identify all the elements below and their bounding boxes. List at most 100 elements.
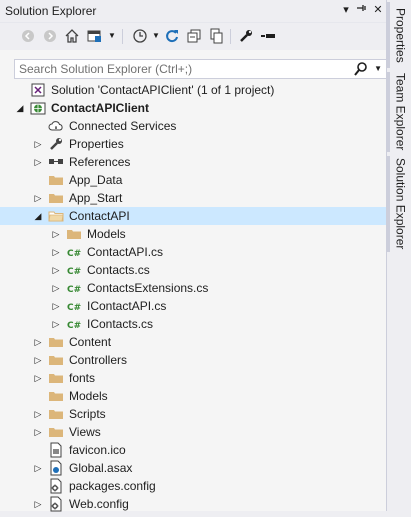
preview-selected-items-button[interactable]: [258, 27, 278, 45]
tree-item-label: App_Data: [69, 173, 123, 187]
expand-arrow-icon[interactable]: ▷: [32, 153, 44, 171]
svg-text:C#: C#: [67, 321, 81, 331]
solution-tree: Solution 'ContactAPIClient' (1 of 1 proj…: [0, 81, 386, 513]
expand-arrow-icon[interactable]: ▷: [32, 459, 44, 477]
pending-changes-filter-button[interactable]: [130, 27, 150, 45]
search-options-dropdown-icon[interactable]: ▼: [374, 61, 382, 77]
show-all-files-button[interactable]: [206, 27, 226, 45]
tab-team-explorer-label: Team Explorer: [393, 73, 408, 151]
home-button[interactable]: [62, 27, 82, 45]
panel-title: Solution Explorer: [5, 4, 97, 18]
tree-item-contactapi-cs[interactable]: ▷ C# ContactAPI.cs: [0, 243, 386, 261]
tree-item-app-data[interactable]: App_Data: [0, 171, 386, 189]
auto-hide-pin-icon[interactable]: [355, 2, 369, 18]
svg-text:C#: C#: [67, 285, 81, 295]
tree-item-label: Solution 'ContactAPIClient' (1 of 1 proj…: [51, 83, 275, 97]
csharp-file-icon: C#: [66, 316, 82, 332]
tree-item-label: Models: [87, 227, 126, 241]
tree-item-app-start[interactable]: ▷ App_Start: [0, 189, 386, 207]
tree-item-models[interactable]: Models: [0, 387, 386, 405]
expand-arrow-icon[interactable]: ▷: [50, 225, 62, 243]
expand-arrow-icon[interactable]: ▷: [32, 423, 44, 441]
expand-arrow-icon[interactable]: ▷: [32, 369, 44, 387]
tree-item-scripts[interactable]: ▷ Scripts: [0, 405, 386, 423]
collapse-arrow-icon[interactable]: ◢: [14, 99, 26, 117]
tree-item-web-config[interactable]: ▷ Web.config: [0, 495, 386, 513]
expand-arrow-icon[interactable]: ▷: [32, 405, 44, 423]
back-button[interactable]: [18, 27, 38, 45]
global-asax-icon: [48, 460, 64, 476]
tree-item-label: Models: [69, 389, 108, 403]
image-file-icon: [48, 442, 64, 458]
side-tab-strip: Properties Team Explorer Solution Explor…: [387, 0, 411, 511]
wrench-icon: [48, 136, 64, 152]
expand-arrow-icon[interactable]: ▷: [50, 315, 62, 333]
tree-item-connected-services[interactable]: Connected Services: [0, 117, 386, 135]
folder-icon: [48, 334, 64, 350]
tab-team-explorer[interactable]: Team Explorer: [387, 72, 411, 152]
expand-arrow-icon[interactable]: ▷: [50, 297, 62, 315]
tree-item-favicon-ico[interactable]: favicon.ico: [0, 441, 386, 459]
tree-item-properties[interactable]: ▷ Properties: [0, 135, 386, 153]
tree-item-icontactapi-cs[interactable]: ▷ C# IContactAPI.cs: [0, 297, 386, 315]
folder-icon: [48, 370, 64, 386]
tree-item-content[interactable]: ▷ Content: [0, 333, 386, 351]
collapse-all-button[interactable]: [184, 27, 204, 45]
folder-icon: [48, 388, 64, 404]
tree-item-label: ContactsExtensions.cs: [87, 281, 209, 295]
tree-item-models[interactable]: ▷ Models: [0, 225, 386, 243]
tree-item-packages-config[interactable]: packages.config: [0, 477, 386, 495]
tree-item-global-asax[interactable]: ▷ Global.asax: [0, 459, 386, 477]
tab-properties[interactable]: Properties: [387, 2, 411, 68]
search-input[interactable]: [15, 60, 339, 78]
tree-item-contactapiclient[interactable]: ◢ ContactAPIClient: [0, 99, 386, 117]
tree-item-references[interactable]: ▷ References: [0, 153, 386, 171]
expand-arrow-icon[interactable]: ▷: [50, 279, 62, 297]
csharp-file-icon: C#: [66, 244, 82, 260]
sync-with-active-document-button[interactable]: [162, 27, 182, 45]
search-icon[interactable]: [354, 61, 368, 77]
collapse-arrow-icon[interactable]: ◢: [32, 207, 44, 225]
tree-item-contactsextensions-cs[interactable]: ▷ C# ContactsExtensions.cs: [0, 279, 386, 297]
tree-item-solution-contactapiclient-1-of-1-project[interactable]: Solution 'ContactAPIClient' (1 of 1 proj…: [0, 81, 386, 99]
config-file-icon: [48, 478, 64, 494]
tree-item-label: favicon.ico: [69, 443, 126, 457]
csharp-file-icon: C#: [66, 280, 82, 296]
folder-icon: [66, 226, 82, 242]
tree-item-label: Scripts: [69, 407, 106, 421]
switch-views-dropdown-icon[interactable]: ▼: [108, 27, 116, 45]
toolbar-separator: [230, 29, 231, 44]
expand-arrow-icon[interactable]: ▷: [32, 333, 44, 351]
tree-item-label: IContacts.cs: [87, 317, 154, 331]
tree-item-label: fonts: [69, 371, 96, 385]
toolbar-separator: [122, 29, 123, 44]
search-box: ▼: [14, 59, 387, 79]
tab-solution-explorer[interactable]: Solution Explorer: [387, 156, 411, 252]
tree-item-label: References: [69, 155, 131, 169]
switch-views-button[interactable]: [84, 27, 104, 45]
expand-arrow-icon[interactable]: ▷: [32, 495, 44, 513]
tree-item-icontacts-cs[interactable]: ▷ C# IContacts.cs: [0, 315, 386, 333]
forward-button[interactable]: [40, 27, 60, 45]
filter-dropdown-icon[interactable]: ▼: [152, 27, 160, 45]
csharp-file-icon: C#: [66, 298, 82, 314]
expand-arrow-icon[interactable]: ▷: [50, 243, 62, 261]
expand-arrow-icon[interactable]: ▷: [32, 135, 44, 153]
expand-arrow-icon[interactable]: ▷: [32, 351, 44, 369]
tree-item-label: Controllers: [69, 353, 128, 367]
expand-arrow-icon[interactable]: ▷: [50, 261, 62, 279]
window-position-icon[interactable]: ▾: [339, 2, 353, 18]
tree-item-contactapi[interactable]: ◢ ContactAPI: [0, 207, 386, 225]
properties-wrench-button[interactable]: [236, 27, 256, 45]
tree-item-label: packages.config: [69, 479, 156, 493]
tree-item-contacts-cs[interactable]: ▷ C# Contacts.cs: [0, 261, 386, 279]
tree-item-fonts[interactable]: ▷ fonts: [0, 369, 386, 387]
tree-item-controllers[interactable]: ▷ Controllers: [0, 351, 386, 369]
tree-item-views[interactable]: ▷ Views: [0, 423, 386, 441]
tree-item-label: Properties: [69, 137, 124, 151]
expand-arrow-icon[interactable]: ▷: [32, 189, 44, 207]
tree-item-label: Web.config: [69, 497, 129, 511]
web-project-icon: [30, 100, 46, 116]
close-icon[interactable]: ✕: [371, 2, 385, 18]
tree-item-label: App_Start: [69, 191, 123, 205]
